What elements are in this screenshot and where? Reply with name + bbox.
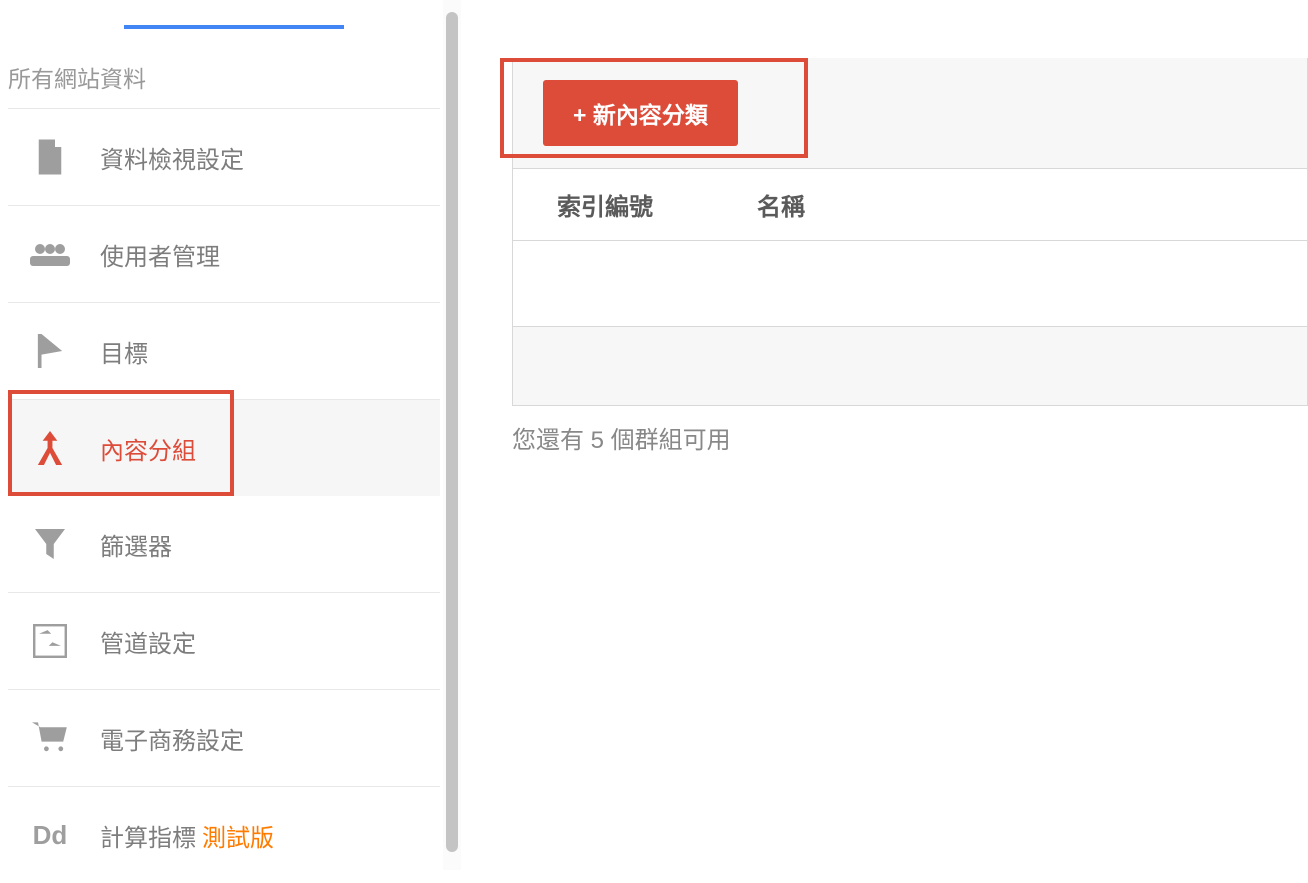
column-header-index: 索引編號 — [557, 187, 757, 222]
sidebar-item-label: 電子商務設定 — [100, 721, 244, 756]
sidebar-item-label: 計算指標 — [100, 818, 196, 853]
tab-underline — [124, 25, 344, 29]
users-icon — [30, 234, 70, 274]
beta-badge: 測試版 — [202, 818, 274, 853]
table-header: 索引編號 名稱 — [512, 169, 1308, 241]
sidebar-item-label: 篩選器 — [100, 527, 172, 562]
button-area: + 新內容分類 — [512, 58, 1308, 169]
merge-icon — [30, 428, 70, 468]
sidebar-item-label: 目標 — [100, 334, 148, 369]
sidebar-item-label: 資料檢視設定 — [100, 140, 244, 175]
sidebar-item-goals[interactable]: 目標 — [8, 303, 440, 400]
sidebar-item-label: 使用者管理 — [100, 237, 220, 272]
cart-icon — [30, 718, 70, 758]
sidebar-header: 所有網站資料 — [8, 50, 440, 109]
sidebar-item-label: 管道設定 — [100, 624, 196, 659]
sidebar-scrollbar[interactable] — [443, 0, 461, 870]
sidebar-item-calculated-metrics[interactable]: Dd 計算指標 測試版 — [8, 787, 440, 883]
sidebar: 所有網站資料 資料檢視設定 使用者管理 目標 內容分組 篩選器 管道設 — [8, 50, 440, 883]
column-header-name: 名稱 — [757, 187, 805, 222]
scrollbar-thumb[interactable] — [446, 12, 458, 852]
add-content-group-button[interactable]: + 新內容分類 — [543, 80, 738, 146]
dd-icon: Dd — [30, 815, 70, 855]
sidebar-item-ecommerce-settings[interactable]: 電子商務設定 — [8, 690, 440, 787]
sidebar-item-label: 內容分組 — [100, 431, 196, 466]
channel-icon — [30, 621, 70, 661]
table-footer-row — [512, 326, 1308, 406]
groups-remaining-note: 您還有 5 個群組可用 — [512, 420, 1308, 455]
sidebar-item-channel-settings[interactable]: 管道設定 — [8, 593, 440, 690]
sidebar-item-view-settings[interactable]: 資料檢視設定 — [8, 109, 440, 206]
file-icon — [30, 137, 70, 177]
sidebar-item-filters[interactable]: 篩選器 — [8, 496, 440, 593]
sidebar-item-content-grouping[interactable]: 內容分組 — [8, 400, 440, 496]
filter-icon — [30, 524, 70, 564]
sidebar-item-user-management[interactable]: 使用者管理 — [8, 206, 440, 303]
flag-icon — [30, 331, 70, 371]
main-panel: + 新內容分類 索引編號 名稱 您還有 5 個群組可用 — [500, 58, 1308, 455]
table-body-empty — [512, 241, 1308, 326]
